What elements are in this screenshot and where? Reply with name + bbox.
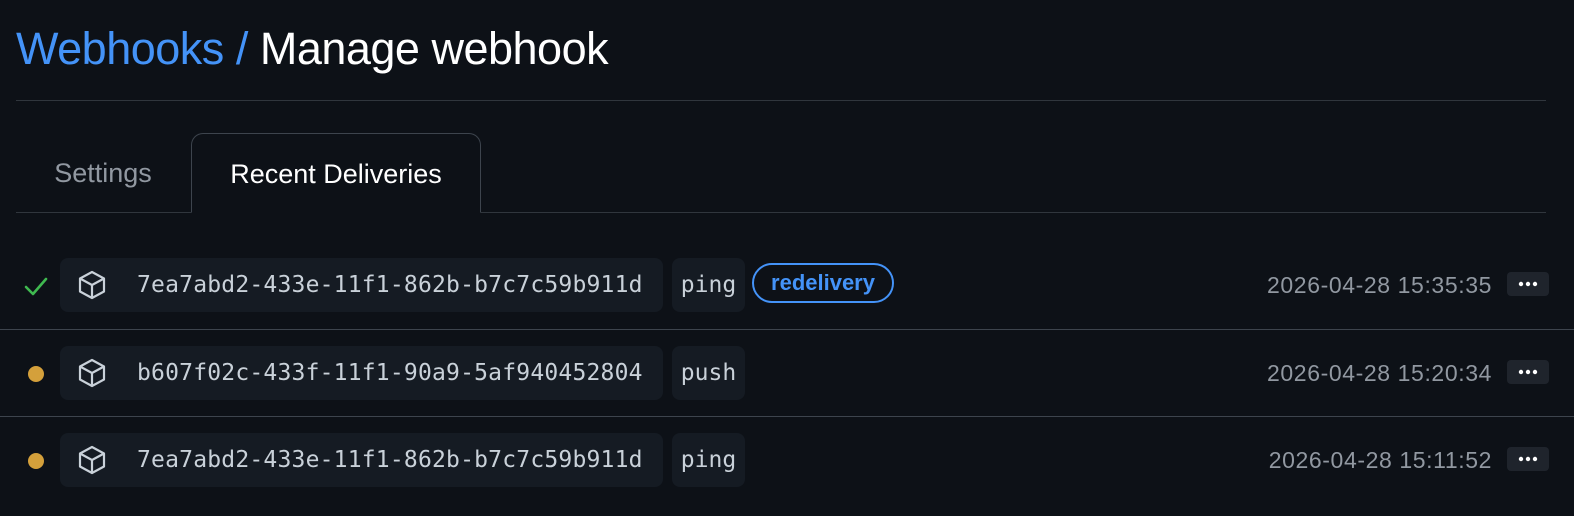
- breadcrumb-webhooks-link[interactable]: Webhooks: [16, 23, 224, 74]
- delivery-event: ping: [672, 433, 745, 487]
- header-divider: [16, 100, 1546, 101]
- kebab-horizontal-icon: [1518, 281, 1538, 287]
- kebab-horizontal-icon: [1518, 369, 1538, 375]
- delivery-row[interactable]: 7ea7abd2-433e-11f1-862b-b7c7c59b911d pin…: [0, 242, 1574, 329]
- breadcrumb-separator: /: [235, 23, 249, 74]
- tab-bar: Settings Recent Deliveries: [16, 133, 1546, 213]
- delivery-timestamp: 2026-04-28 15:20:34: [1267, 360, 1492, 386]
- delivery-guid[interactable]: 7ea7abd2-433e-11f1-862b-b7c7c59b911d: [60, 433, 663, 487]
- delivery-event: push: [672, 346, 745, 400]
- webhook-page: Webhooks / Manage webhook Settings Recen…: [0, 0, 1574, 516]
- dot-icon: [22, 417, 50, 504]
- delivery-event: ping: [672, 258, 745, 312]
- delivery-row[interactable]: b607f02c-433f-11f1-90a9-5af940452804 pus…: [0, 330, 1574, 417]
- delivery-row[interactable]: 7ea7abd2-433e-11f1-862b-b7c7c59b911d pin…: [0, 417, 1574, 504]
- package-icon: [78, 445, 106, 475]
- tab-settings[interactable]: Settings: [16, 133, 190, 213]
- redelivery-badge: redelivery: [752, 263, 894, 303]
- delivery-guid-text: 7ea7abd2-433e-11f1-862b-b7c7c59b911d: [137, 272, 643, 298]
- delivery-guid-text: 7ea7abd2-433e-11f1-862b-b7c7c59b911d: [137, 447, 643, 473]
- delivery-timestamp: 2026-04-28 15:11:52: [1268, 447, 1492, 473]
- dot-icon: [22, 330, 50, 417]
- delivery-guid-text: b607f02c-433f-11f1-90a9-5af940452804: [137, 360, 643, 386]
- tab-recent-deliveries[interactable]: Recent Deliveries: [191, 133, 481, 213]
- breadcrumb: Webhooks / Manage webhook: [16, 18, 609, 80]
- delivery-guid[interactable]: b607f02c-433f-11f1-90a9-5af940452804: [60, 346, 663, 400]
- delivery-guid[interactable]: 7ea7abd2-433e-11f1-862b-b7c7c59b911d: [60, 258, 663, 312]
- package-icon: [78, 358, 106, 388]
- delivery-timestamp: 2026-04-28 15:35:35: [1267, 272, 1492, 298]
- package-icon: [78, 270, 106, 300]
- more-options-button[interactable]: [1507, 447, 1549, 471]
- more-options-button[interactable]: [1507, 272, 1549, 296]
- check-icon: [22, 242, 50, 329]
- kebab-horizontal-icon: [1518, 456, 1538, 462]
- more-options-button[interactable]: [1507, 360, 1549, 384]
- page-title: Manage webhook: [259, 23, 609, 74]
